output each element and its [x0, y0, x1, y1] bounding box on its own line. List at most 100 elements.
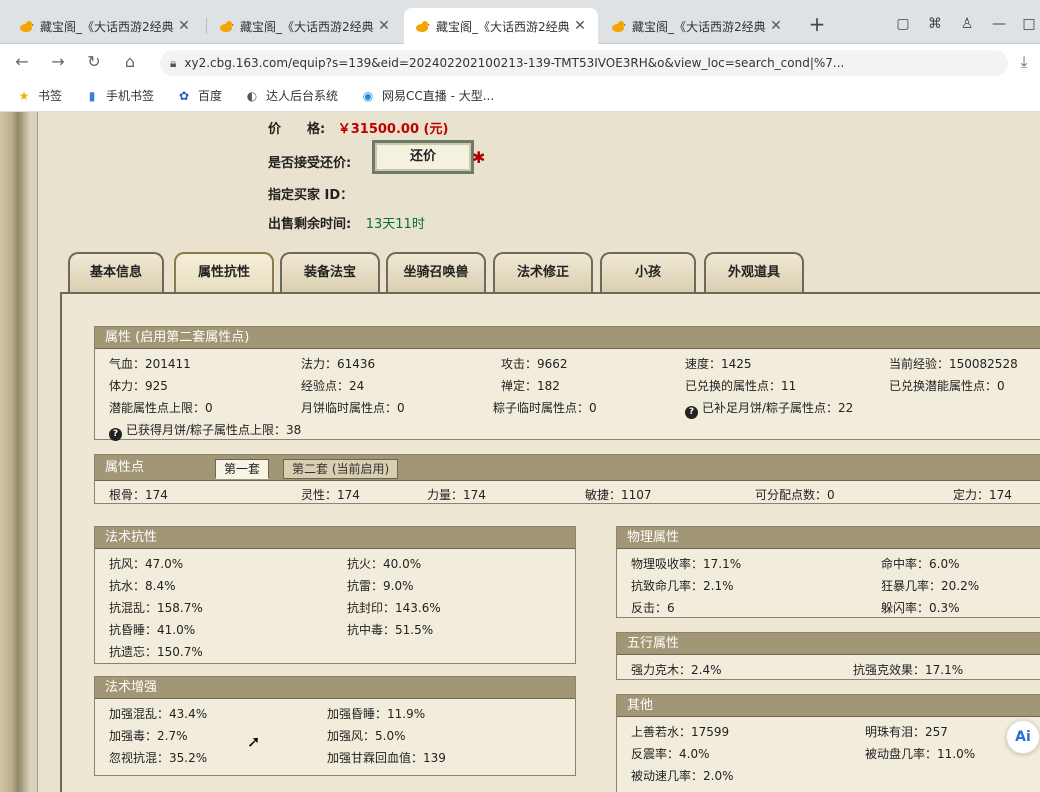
- five-elements-panel-title: 五行属性: [617, 633, 1040, 655]
- attr-cell: 已兑换潜能属性点：0: [889, 379, 1005, 393]
- attr-cell: 当前经验：150082528: [889, 357, 1018, 371]
- browser-tab[interactable]: 藏宝阁_《大话西游2经典 ✕: [8, 8, 202, 44]
- cc-live-icon: ◉: [362, 88, 374, 103]
- browser-tab[interactable]: 藏宝阁_《大话西游2经典 ✕: [600, 8, 794, 44]
- tab-appearance[interactable]: 外观道具: [704, 252, 804, 294]
- tab-mount-summon[interactable]: 坐骑召唤兽: [386, 252, 486, 294]
- bookmarks-bar: ★ 书签 ▮ 手机书签 ✿ 百度 ◐ 达人后台系统 ◉ 网易CC直播 - 大型...: [0, 80, 1040, 112]
- enhance-cell: 加强风：5.0%: [327, 729, 406, 743]
- physical-panel-title: 物理属性: [617, 527, 1040, 549]
- points-cell: 可分配点数：0: [755, 488, 835, 502]
- attr-cell: 月饼临时属性点：0: [301, 401, 405, 415]
- chicken-favicon-icon: [18, 18, 34, 34]
- close-tab-icon[interactable]: ✕: [176, 18, 192, 34]
- five-cell: 抗强克效果：17.1%: [853, 663, 964, 677]
- browser-tab[interactable]: 藏宝阁_《大话西游2经典 ✕: [208, 8, 402, 44]
- attr-cell: 经验点：24: [301, 379, 365, 393]
- bookmark-item[interactable]: ✿ 百度: [176, 87, 222, 104]
- enhance-panel-title: 法术增强: [95, 677, 575, 699]
- tab-title: 藏宝阁_《大话西游2经典: [240, 19, 374, 34]
- enhance-cell: 加强混乱：43.4%: [109, 707, 208, 721]
- enhance-cell: 加强甘霖回血值：139: [327, 751, 446, 765]
- points-cell: 定力：174: [953, 488, 1012, 502]
- bookmark-item[interactable]: ◉ 网易CC直播 - 大型...: [360, 87, 494, 104]
- more-window-icon[interactable]: □: [1019, 14, 1039, 34]
- incognito-icon[interactable]: ⌘: [925, 14, 945, 34]
- tab-title: 藏宝阁_《大话西游2经典: [632, 19, 766, 34]
- five-elements-panel: 五行属性 强力克木：2.4% 抗强克效果：17.1%: [616, 632, 1040, 680]
- address-bar[interactable]: 🔒︎ xy2.cbg.163.com/equip?s=139&eid=20240…: [160, 50, 1008, 76]
- refresh-circle-icon: ◐: [246, 88, 258, 103]
- back-icon[interactable]: ←: [12, 52, 32, 72]
- points-cell: 根骨：174: [109, 488, 168, 502]
- lock-icon: 🔒︎: [170, 55, 177, 70]
- enhance-cell: 忽视抗混：35.2%: [109, 751, 208, 765]
- reload-icon[interactable]: ↻: [84, 52, 104, 72]
- resist-cell: 抗风：47.0%: [109, 557, 184, 571]
- help-icon[interactable]: ?: [685, 406, 698, 419]
- attr-cell-text: 已获得月饼/粽子属性点上限：38: [126, 423, 302, 437]
- bookmark-item[interactable]: ▮ 手机书签: [84, 87, 154, 104]
- resist-cell: 抗水：8.4%: [109, 579, 176, 593]
- attr-cell-text: 已补足月饼/粽子属性点：22: [702, 401, 854, 415]
- enhance-cell: 加强昏睡：11.9%: [327, 707, 426, 721]
- other-cell: 被动盘几率：11.0%: [865, 747, 976, 761]
- bookmark-item[interactable]: ★ 书签: [16, 87, 62, 104]
- enhance-panel: 法术增强 加强混乱：43.4% 加强昏睡：11.9% 加强毒：2.7% 加强风：…: [94, 676, 576, 776]
- chicken-favicon-icon: [218, 18, 234, 34]
- physical-panel: 物理属性 物理吸收率：17.1% 命中率：6.0% 抗致命几率：2.1% 狂暴几…: [616, 526, 1040, 618]
- forward-icon[interactable]: →: [48, 52, 68, 72]
- shirt-icon[interactable]: ♙: [957, 14, 977, 34]
- attr-cell: 法力：61436: [301, 357, 376, 371]
- ai-assistant-button[interactable]: Ai: [1006, 720, 1040, 754]
- left-frame-decoration: [0, 112, 30, 792]
- remain-row: 出售剩余时间: 13天11时: [268, 213, 425, 232]
- attr-cell: 已兑换的属性点：11: [685, 379, 797, 393]
- tab-spell-fix[interactable]: 法术修正: [493, 252, 593, 294]
- attr-cell: 潜能属性点上限：0: [109, 401, 213, 415]
- attr-cell: ? 已补足月饼/粽子属性点：22: [685, 399, 853, 419]
- close-tab-icon[interactable]: ✕: [376, 18, 392, 34]
- points-cell: 敏捷：1107: [585, 488, 652, 502]
- home-icon[interactable]: ⌂: [120, 52, 140, 72]
- price-row: 价 格: ￥31500.00 (元): [268, 118, 448, 137]
- tab-points-set-1[interactable]: 第一套: [215, 459, 270, 479]
- close-tab-icon[interactable]: ✕: [768, 18, 784, 34]
- navigation-bar: ← → ↻ ⌂ 🔒︎ xy2.cbg.163.com/equip?s=139&e…: [0, 44, 1040, 80]
- buyer-id-label: 指定买家 ID：: [268, 188, 354, 203]
- bookmark-label: 达人后台系统: [266, 89, 339, 103]
- resist-cell: 抗昏睡：41.0%: [109, 623, 196, 637]
- tab-attributes[interactable]: 属性抗性: [174, 252, 274, 294]
- attr-cell: 禅定：182: [501, 379, 560, 393]
- attribute-panel-title: 属性 (启用第二套属性点): [95, 327, 1040, 349]
- tab-title: 藏宝阁_《大话西游2经典: [40, 19, 174, 34]
- bookmark-label: 百度: [198, 89, 223, 103]
- price-label: 价 格:: [268, 122, 326, 137]
- tab-points-set-2[interactable]: 第二套 (当前启用): [283, 459, 399, 479]
- phone-icon: ▮: [88, 88, 96, 103]
- attr-cell: 速度：1425: [685, 357, 752, 371]
- tab-child[interactable]: 小孩: [600, 252, 696, 294]
- new-tab-icon[interactable]: +: [806, 14, 828, 36]
- tab-basic-info[interactable]: 基本信息: [68, 252, 164, 294]
- tab-search-icon[interactable]: ▢: [893, 14, 913, 34]
- other-panel: 其他 上善若水：17599 明珠有泪：257 反震率：4.0% 被动盘几率：11…: [616, 694, 1040, 792]
- attr-cell: 气血：201411: [109, 357, 191, 371]
- attr-cell: 粽子临时属性点：0: [493, 401, 597, 415]
- tab-equipment[interactable]: 装备法宝: [280, 252, 380, 294]
- close-tab-icon[interactable]: ✕: [572, 18, 588, 34]
- physical-cell: 物理吸收率：17.1%: [631, 557, 742, 571]
- haggle-button[interactable]: 还价: [372, 140, 474, 174]
- other-cell: 上善若水：17599: [631, 725, 730, 739]
- bookmark-label: 书签: [38, 89, 63, 103]
- price-value: ￥31500.00 (元): [337, 122, 449, 137]
- help-icon[interactable]: ?: [109, 428, 122, 441]
- attributes-content: 属性 (启用第二套属性点) 气血：201411 法力：61436 攻击：9662…: [60, 292, 1040, 792]
- bookmark-item[interactable]: ◐ 达人后台系统: [244, 87, 338, 104]
- minimize-icon[interactable]: —: [989, 14, 1009, 34]
- points-panel: 属性点 第一套 第二套 (当前启用) 根骨：174 灵性：174 力量：174 …: [94, 454, 1040, 504]
- other-cell: 反震率：4.0%: [631, 747, 710, 761]
- attr-cell: 攻击：9662: [501, 357, 568, 371]
- browser-tab-active[interactable]: 藏宝阁_《大话西游2经典 ✕: [404, 8, 598, 44]
- download-icon[interactable]: ⤓: [1014, 52, 1034, 72]
